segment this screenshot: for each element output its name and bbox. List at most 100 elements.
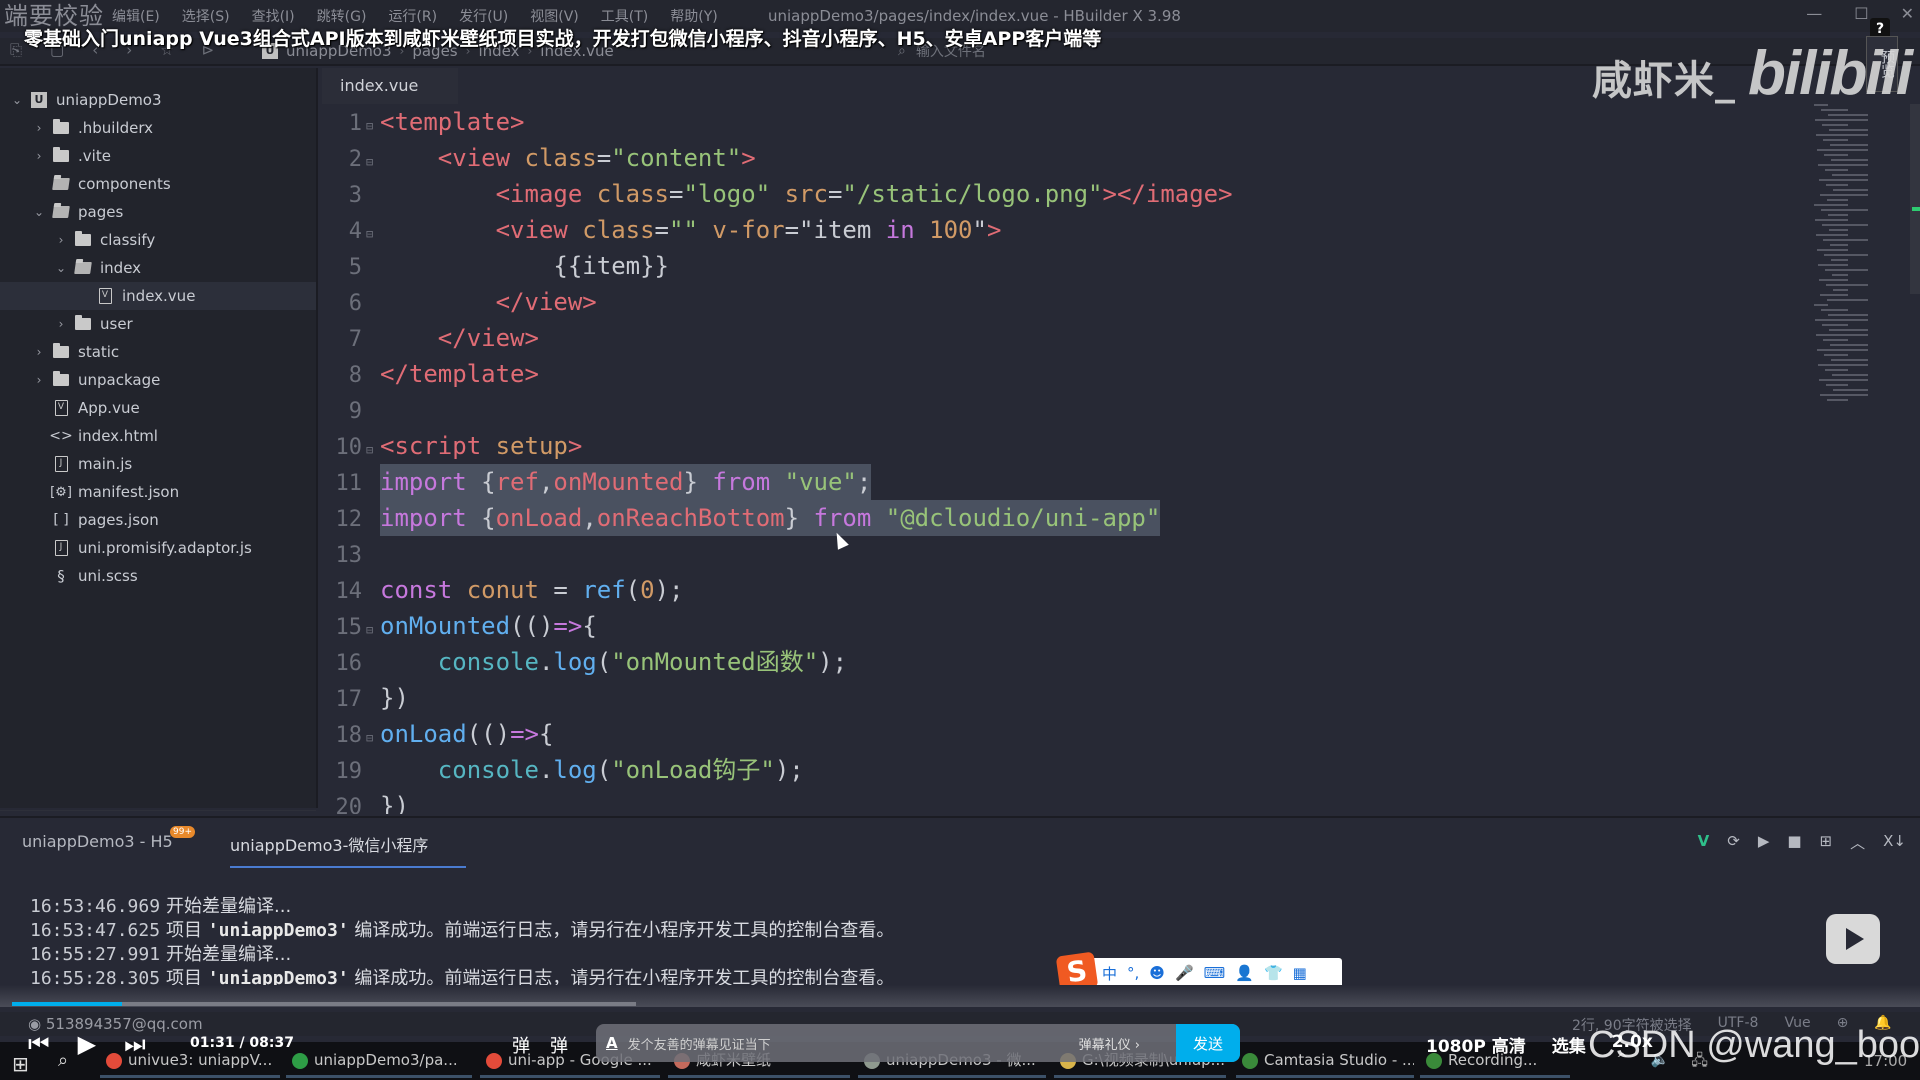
fold-icon[interactable]: ⊟ — [366, 612, 378, 648]
fold-icon[interactable]: ⊟ — [366, 144, 378, 180]
tree-item[interactable]: [⚙] manifest.json — [0, 478, 316, 506]
code-line[interactable]: 14 const conut = ref(0); — [322, 572, 1822, 608]
code-line[interactable]: 18 ⊟ onLoad(()=>{ — [322, 716, 1822, 752]
menu-item[interactable]: 编辑(E) — [112, 6, 160, 26]
code-line[interactable]: 13 — [322, 536, 1822, 572]
danmaku-input[interactable]: A 发个友善的弹幕见证当下 弹幕礼仪 › 发送 — [596, 1024, 1240, 1062]
play-icon[interactable]: ▶ — [78, 1030, 96, 1058]
progress-fill[interactable] — [12, 1002, 122, 1006]
code-line[interactable]: 6 </view> — [322, 284, 1822, 320]
clear-icon[interactable]: X↓ — [1883, 832, 1906, 853]
restart-icon[interactable]: ⟳ — [1727, 832, 1740, 853]
tree-item[interactable]: › classify — [0, 226, 316, 254]
code-line[interactable]: 7 </view> — [322, 320, 1822, 356]
tree-item[interactable]: › static — [0, 338, 316, 366]
tree-item[interactable]: V App.vue — [0, 394, 316, 422]
fold-icon[interactable]: ⊟ — [366, 720, 378, 756]
code-line[interactable]: 19 console.log("onLoad钩子"); — [322, 752, 1822, 788]
console-tab-weixin[interactable]: uniappDemo3-微信小程序 — [230, 832, 466, 868]
chevron-down-icon[interactable]: ⌄ — [54, 261, 68, 275]
menu-item[interactable]: 运行(R) — [388, 6, 437, 26]
tree-item[interactable]: › .hbuilderx — [0, 114, 316, 142]
tree-item[interactable]: ⌄ index — [0, 254, 316, 282]
code-line[interactable]: 10 ⊟ <script setup> — [322, 428, 1822, 464]
code-line[interactable]: 17}) — [322, 680, 1822, 716]
menu-item[interactable]: 发行(U) — [459, 6, 508, 26]
keyboard-icon[interactable]: ⌨ — [1204, 964, 1226, 982]
next-icon[interactable]: ⏭ — [124, 1030, 146, 1058]
quality-selector[interactable]: 1080P 高清 — [1426, 1032, 1526, 1057]
tree-item[interactable]: Jmain.js — [0, 450, 316, 478]
fold-icon[interactable]: ⊟ — [366, 432, 378, 468]
code-line[interactable]: 2 ⊟ <view class="content"> — [322, 140, 1822, 176]
vue-icon[interactable]: V — [1698, 832, 1710, 853]
code-editor[interactable]: 1 ⊟ <template> 2 ⊟ <view class="content"> 3 <… — [322, 104, 1912, 814]
apps-icon[interactable]: ▦ — [1293, 964, 1307, 982]
chevron-right-icon[interactable]: › — [32, 345, 46, 359]
code-line[interactable]: 5 {{item}} — [322, 248, 1822, 284]
tree-item[interactable]: › user — [0, 310, 316, 338]
tree-item[interactable]: › unpackage — [0, 366, 316, 394]
code-line[interactable]: 9 — [322, 392, 1822, 428]
close-button[interactable]: ✕ — [1901, 4, 1914, 23]
menu-item[interactable]: 视图(V) — [530, 6, 579, 26]
new-file-icon[interactable]: ⎘ — [10, 41, 22, 59]
code-line[interactable]: 15 ⊟ onMounted(()=>{ — [322, 608, 1822, 644]
chevron-right-icon[interactable]: › — [32, 149, 46, 163]
tree-item[interactable]: Juni.promisify.adaptor.js — [0, 534, 316, 562]
maximize-button[interactable]: ☐ — [1854, 4, 1868, 23]
stop-icon[interactable]: ■ — [1787, 832, 1801, 853]
code-line[interactable]: 11 import {ref,onMounted} from "vue"; — [322, 464, 1822, 500]
code-line[interactable]: 3 <image class="logo" src="/static/logo.… — [322, 176, 1822, 212]
code-line[interactable]: 16 console.log("onMounted函数"); — [322, 644, 1822, 680]
tree-item[interactable]: <> index.html — [0, 422, 316, 450]
fold-icon[interactable]: ⊟ — [366, 216, 378, 252]
menu-item[interactable]: 帮助(Y) — [670, 6, 717, 26]
console-tab-h5[interactable]: uniappDemo3 - H5 — [22, 832, 173, 851]
skin-icon[interactable]: 👕 — [1264, 964, 1283, 982]
minimap[interactable] — [1808, 104, 1892, 404]
code-line[interactable]: 20}) — [322, 788, 1822, 814]
run-icon[interactable]: ▶ — [1758, 832, 1770, 853]
episodes-button[interactable]: 选集 — [1552, 1032, 1586, 1057]
tree-item[interactable]: [ ] pages.json — [0, 506, 316, 534]
code-line[interactable]: 4 ⊟ <view class="" v-for="item in 100"> — [322, 212, 1822, 248]
tree-item[interactable]: ⌄ UuniappDemo3 — [0, 86, 316, 114]
prev-icon[interactable]: ⏮ — [28, 1030, 50, 1058]
danmaku-settings-icon[interactable]: 弹 — [550, 1032, 568, 1058]
send-button[interactable]: 发送 — [1176, 1024, 1240, 1062]
menu-item[interactable]: 选择(S) — [182, 6, 230, 26]
fold-icon[interactable]: ⊟ — [366, 108, 378, 144]
tree-item[interactable]: ⌄ pages — [0, 198, 316, 226]
taskbar-app[interactable]: Camtasia Studio - ... — [1236, 1042, 1414, 1078]
menu-item[interactable]: 查找(I) — [252, 6, 295, 26]
taskbar-app[interactable]: uniappDemo3/pa... — [286, 1042, 472, 1078]
tab-index-vue[interactable]: index.vue — [322, 68, 458, 104]
code-line[interactable]: 8 </template> — [322, 356, 1822, 392]
bilibili-tv-icon[interactable] — [1826, 914, 1880, 964]
tree-item[interactable]: › .vite — [0, 142, 316, 170]
menu-item[interactable]: 跳转(G) — [317, 6, 367, 26]
menu-item[interactable]: 工具(T) — [601, 6, 648, 26]
chinese-mode-icon[interactable]: 中 — [1102, 963, 1117, 984]
tree-item[interactable]: § uni.scss — [0, 562, 316, 590]
code-line[interactable]: 1 ⊟ <template> — [322, 104, 1822, 140]
chevron-down-icon[interactable]: ⌄ — [10, 93, 24, 107]
chevron-right-icon[interactable]: › — [54, 233, 68, 247]
font-style-icon[interactable]: A — [606, 1034, 618, 1052]
punctuation-icon[interactable]: °, — [1127, 964, 1139, 982]
terminal-icon[interactable]: ⊞ — [1820, 832, 1833, 853]
tree-item[interactable]: components — [0, 170, 316, 198]
chevron-right-icon[interactable]: › — [32, 121, 46, 135]
tree-item[interactable]: Vindex.vue — [0, 282, 316, 310]
danmaku-etiquette-link[interactable]: 弹幕礼仪 › — [1079, 1034, 1140, 1053]
danmaku-on-icon[interactable]: 弹 — [512, 1032, 530, 1058]
chevron-right-icon[interactable]: › — [54, 317, 68, 331]
minimize-button[interactable]: — — [1806, 4, 1822, 23]
user-icon[interactable]: 👤 — [1235, 964, 1254, 982]
editor-scrollbar[interactable] — [1910, 104, 1920, 294]
chevron-right-icon[interactable]: › — [32, 373, 46, 387]
emoji-icon[interactable]: ☻ — [1149, 964, 1165, 982]
collapse-icon[interactable]: ︿ — [1850, 832, 1865, 853]
code-line[interactable]: 12 import {onLoad,onReachBottom} from "@d… — [322, 500, 1822, 536]
